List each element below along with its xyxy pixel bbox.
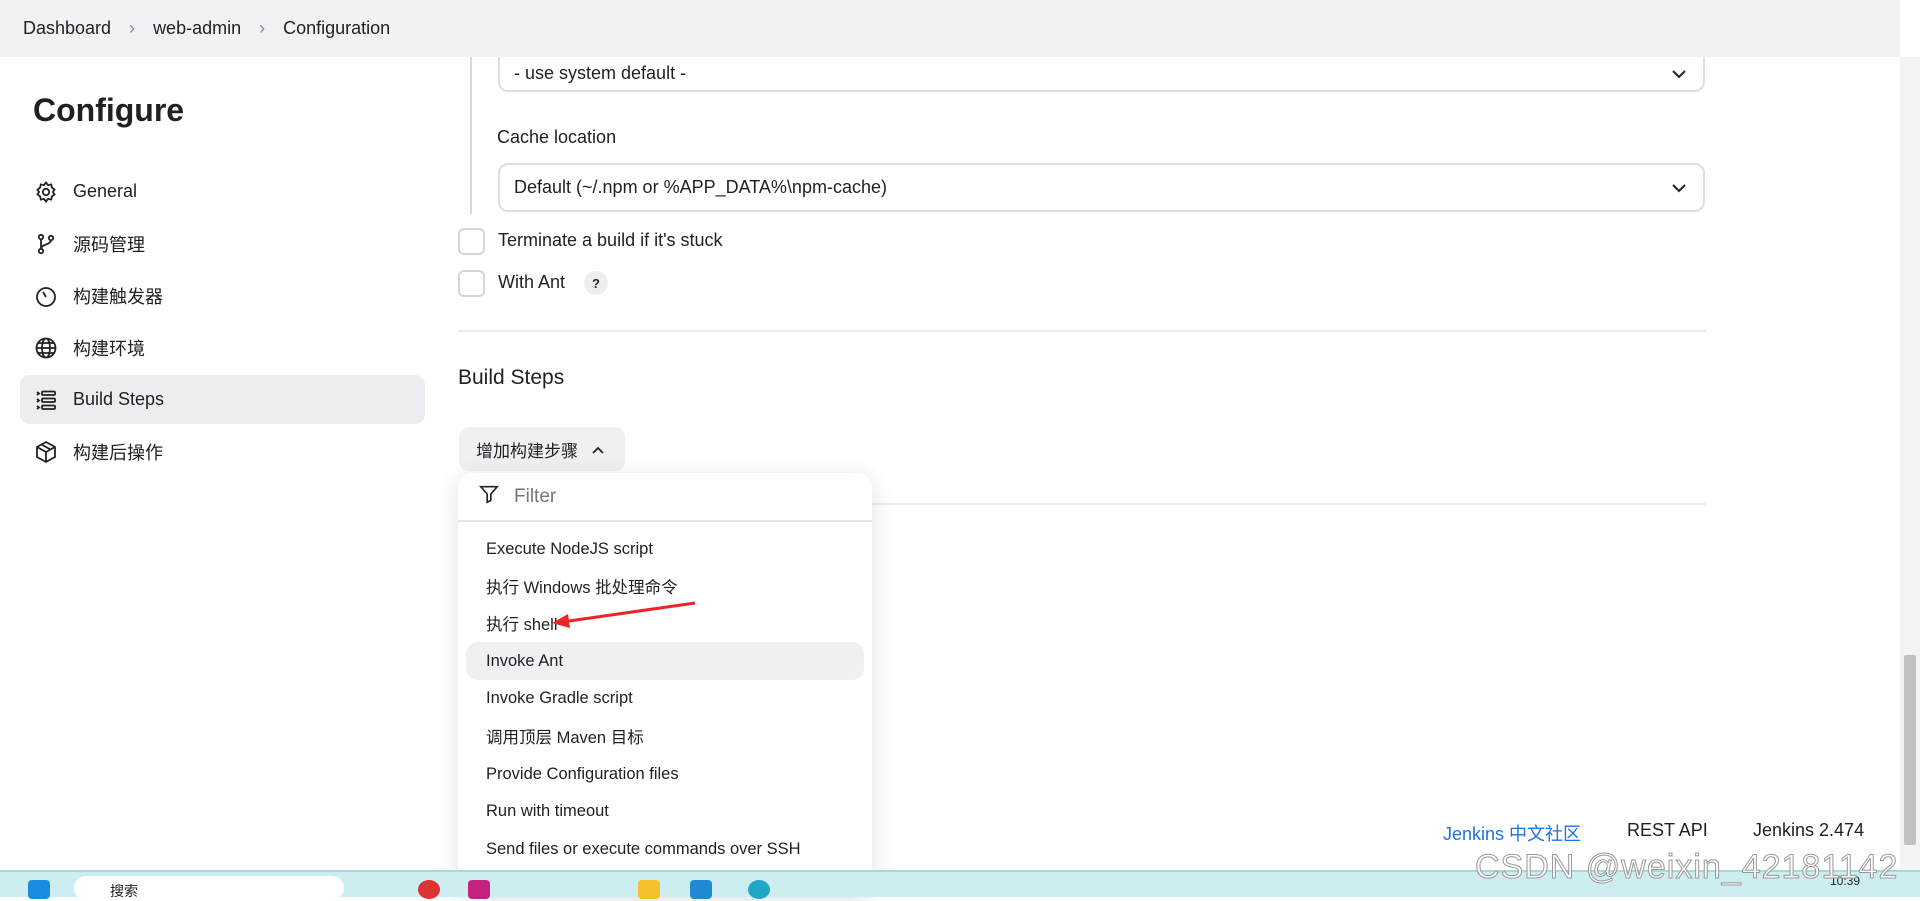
timer-icon — [33, 283, 59, 309]
folder-icon[interactable] — [638, 880, 660, 899]
chevron-right-icon: › — [129, 18, 136, 38]
page-title: Configure — [33, 92, 185, 128]
menu-item[interactable]: Send files or execute commands over SSH — [466, 830, 864, 868]
filter-placeholder: Filter — [514, 485, 557, 507]
menu-item[interactable]: Execute NodeJS script — [466, 530, 864, 568]
sidebar-item-label: Build Steps — [73, 389, 165, 409]
section-indent-line — [470, 57, 472, 214]
menu-item[interactable]: Run with timeout — [466, 792, 864, 830]
sidebar-item-label: General — [73, 181, 138, 201]
chevron-down-icon — [1671, 63, 1687, 84]
rest-api-link[interactable]: REST API — [1627, 820, 1708, 841]
sidebar-item-source[interactable]: 源码管理 — [20, 219, 425, 268]
menu-item[interactable]: Invoke Ant — [466, 642, 864, 680]
chrome-icon[interactable] — [418, 880, 440, 899]
chevron-up-icon — [592, 439, 604, 459]
build-steps-heading: Build Steps — [458, 366, 565, 389]
jenkins-community-link[interactable]: Jenkins 中文社区 — [1443, 820, 1581, 846]
with-ant-label: With Ant — [498, 272, 566, 292]
scrollbar-thumb[interactable] — [1904, 655, 1916, 845]
taskbar-search[interactable]: 搜索 — [74, 876, 344, 900]
chevron-right-icon: › — [259, 18, 266, 38]
filter-input[interactable]: Filter — [458, 473, 872, 522]
menu-item[interactable]: Invoke Gradle script — [466, 679, 864, 717]
sidebar-item-label: 源码管理 — [73, 234, 145, 255]
breadcrumb-configuration[interactable]: Configuration — [283, 18, 390, 39]
chevron-down-icon — [1671, 177, 1687, 198]
sidebar-item-post-build[interactable]: 构建后操作 — [20, 427, 425, 476]
sidebar-item-triggers[interactable]: 构建触发器 — [20, 271, 425, 320]
select-value: Default (~/.npm or %APP_DATA%\npm-cache) — [514, 177, 887, 197]
sidebar-item-build-steps[interactable]: Build Steps — [20, 375, 425, 424]
help-icon[interactable]: ? — [584, 271, 608, 295]
sidebar-item-general[interactable]: General — [20, 167, 425, 216]
menu-item[interactable]: Provide Configuration files — [466, 755, 864, 793]
gear-icon — [33, 179, 59, 205]
vscode-icon[interactable] — [690, 880, 712, 899]
annotation-arrow-icon — [552, 601, 696, 628]
filter-icon — [478, 483, 500, 511]
sidebar-item-label: 构建触发器 — [73, 286, 163, 307]
with-ant-checkbox[interactable] — [458, 270, 485, 297]
terminate-stuck-checkbox[interactable] — [458, 228, 485, 255]
branch-icon — [33, 231, 59, 257]
add-build-step-button[interactable]: 增加构建步骤 — [459, 427, 625, 471]
sidebar-item-label: 构建环境 — [73, 338, 145, 359]
watermark: CSDN @weixin_42181142 — [1474, 848, 1899, 887]
terminate-stuck-label: Terminate a build if it's stuck — [498, 230, 723, 250]
jenkins-version[interactable]: Jenkins 2.474 — [1753, 820, 1864, 841]
package-icon — [33, 439, 59, 465]
section-divider — [872, 503, 1706, 505]
windows-start-icon[interactable] — [28, 880, 50, 899]
cache-location-select[interactable]: Default (~/.npm or %APP_DATA%\npm-cache) — [498, 163, 1705, 212]
breadcrumb-web-admin[interactable]: web-admin — [153, 18, 241, 39]
sidebar-item-environment[interactable]: 构建环境 — [20, 323, 425, 372]
sidebar-item-label: 构建后操作 — [73, 442, 163, 463]
intellij-icon[interactable] — [468, 880, 490, 899]
build-step-dropdown: Filter Execute NodeJS script 执行 Windows … — [458, 473, 872, 897]
section-divider — [458, 330, 1706, 332]
list-icon — [33, 387, 59, 413]
breadcrumb: Dashboard › web-admin › Configuration — [0, 0, 1900, 57]
select-value: - use system default - — [514, 62, 687, 83]
button-label: 增加构建步骤 — [476, 441, 578, 461]
breadcrumb-dashboard[interactable]: Dashboard — [23, 18, 111, 39]
menu-item[interactable]: 调用顶层 Maven 目标 — [466, 717, 864, 755]
globe-icon — [33, 335, 59, 361]
cache-location-label: Cache location — [497, 127, 617, 147]
edge-icon[interactable] — [748, 880, 770, 899]
